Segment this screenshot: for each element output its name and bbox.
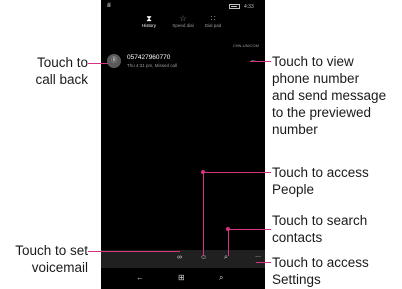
annotation-view-number: Touch to view phone number and send mess… — [272, 53, 400, 138]
annotation-line-2: voicemail — [31, 260, 88, 275]
annotation-line-2: phone number — [272, 71, 360, 86]
windows-start-icon[interactable]: ⊞ — [178, 273, 185, 282]
annotation-line-1: Touch to access — [272, 165, 369, 180]
back-icon[interactable]: ← — [136, 273, 144, 282]
contact-avatar-icon[interactable]: Ⓡ — [107, 54, 121, 68]
pointer-line — [203, 172, 271, 173]
annotation-line-2: call back — [35, 72, 88, 87]
nav-bar: ← ⊞ ⌕ — [101, 268, 265, 289]
status-bar: ıl ıl 4:33 — [101, 0, 265, 12]
pointer-line — [203, 172, 204, 256]
annotation-line-1: Touch to set — [15, 243, 88, 258]
annotation-line-1: Touch to search — [272, 213, 368, 228]
pointer-line — [228, 229, 271, 230]
annotation-line-4: to the previewed — [272, 105, 372, 120]
tab-dial-pad-label: Dial pad — [204, 23, 222, 28]
pointer-dot — [226, 227, 230, 231]
call-history-item[interactable]: Ⓡ 057427960770 Thu 4:31 pm, Missed call … — [107, 52, 259, 74]
annotation-call-back: Touch to call back — [24, 54, 88, 88]
more-icon[interactable]: ... — [255, 252, 261, 259]
operator-label: CHN-UNICOM — [232, 43, 259, 48]
annotation-line-3: and send message — [272, 88, 387, 103]
app-bar: ∞ ☺ ⌕ ... — [101, 250, 265, 268]
pointer-line — [228, 229, 229, 256]
pointer-line — [88, 63, 108, 64]
annotation-settings: Touch to access Settings — [272, 254, 400, 288]
annotation-voicemail: Touch to set voicemail — [4, 242, 88, 276]
annotation-line-2: contacts — [272, 230, 323, 245]
annotation-search: Touch to search contacts — [272, 212, 400, 246]
tab-bar: ⧗ History ☆ Speed dial ∷ Dial pad — [101, 14, 265, 38]
bing-search-icon[interactable]: ⌕ — [219, 273, 223, 283]
annotation-line-5: number — [272, 122, 318, 137]
annotation-line-2: People — [272, 182, 315, 197]
pointer-line — [250, 61, 271, 62]
annotation-line-2: Settings — [272, 272, 321, 287]
signal-icon: ıl ıl — [107, 3, 111, 9]
pointer-line — [88, 251, 180, 252]
battery-icon — [229, 4, 240, 9]
dialpad-icon: ∷ — [210, 14, 216, 23]
voicemail-icon[interactable]: ∞ — [177, 254, 182, 261]
phone-screen: ıl ıl 4:33 ⧗ History ☆ Speed dial ∷ Dial… — [101, 0, 265, 289]
annotation-line-1: Touch to — [36, 55, 88, 70]
pointer-line — [256, 262, 271, 263]
call-meta: Thu 4:31 pm, Missed call — [127, 63, 178, 68]
annotation-line-1: Touch to view — [272, 54, 354, 69]
status-time: 4:33 — [244, 4, 254, 10]
call-number: 057427960770 — [127, 54, 171, 61]
tab-dial-pad[interactable]: ∷ Dial pad — [193, 14, 233, 29]
annotation-people: Touch to access People — [272, 164, 400, 198]
pointer-dot — [201, 170, 205, 174]
annotation-line-1: Touch to access — [272, 255, 369, 270]
